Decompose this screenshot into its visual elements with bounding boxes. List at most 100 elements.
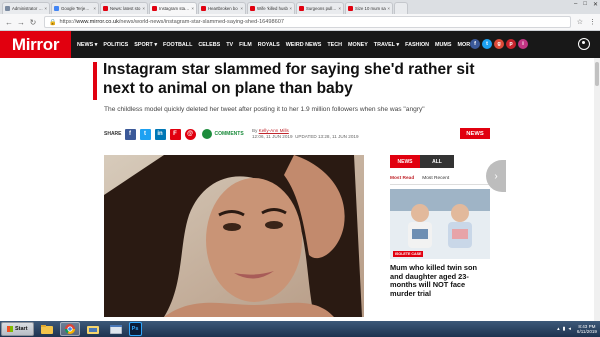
- tab-favicon-icon: [152, 6, 157, 11]
- app-window-icon: [109, 324, 122, 334]
- sidebar-story-headline[interactable]: Mum who killed twin son and daughter age…: [390, 263, 490, 298]
- browser-tab[interactable]: Google Terjemah ×: [51, 2, 99, 14]
- tab-most-read[interactable]: Most Read: [390, 176, 414, 181]
- nav-item[interactable]: ROYALS: [258, 42, 280, 48]
- nav-item[interactable]: CELEBS: [198, 42, 220, 48]
- clock-date: 6/11/2019: [576, 329, 597, 334]
- share-label: SHARE: [104, 131, 122, 137]
- browser-tab[interactable]: News: latest sto ×: [100, 2, 148, 14]
- updated-time: UPDATED 13:28, 11 JUN 2019: [295, 134, 359, 139]
- windows-taskbar: Start Ps ▴ ▮ ◂ 8:43 PM 6/11/2019: [0, 321, 600, 337]
- linkedin-share-icon[interactable]: in: [154, 128, 166, 140]
- user-account-icon[interactable]: [578, 38, 590, 50]
- chrome-menu-icon[interactable]: ⋮: [589, 18, 596, 26]
- social-links: ftgpi: [470, 39, 528, 49]
- bookmark-star-icon[interactable]: ☆: [577, 18, 583, 26]
- browser-tab[interactable]: Heartbroken bo ×: [198, 2, 246, 14]
- page-scrollbar[interactable]: [594, 58, 600, 321]
- sidebar-most-read: NEWS ALL Most Read Most Recent ISOLETE C…: [390, 155, 490, 298]
- reload-icon[interactable]: ↻: [28, 18, 38, 27]
- headline-block: Instagram star slammed for saying she'd …: [93, 60, 513, 100]
- tab-title: Wife 'killed husb: [257, 6, 288, 11]
- explorer-taskbar-icon[interactable]: [83, 322, 103, 336]
- article-standfirst: The childless model quickly deleted her …: [104, 106, 425, 113]
- twitter-share-icon[interactable]: t: [139, 128, 151, 140]
- tray-arrow-icon[interactable]: ▴: [557, 326, 560, 332]
- woman-portrait-photo: [104, 155, 364, 317]
- browser-tab-strip: Administrator Ev × Google Terjemah × News: l…: [0, 0, 600, 14]
- tab-title: News: latest sto: [110, 6, 141, 11]
- scrollbar-thumb[interactable]: [595, 62, 599, 86]
- chrome-taskbar-icon[interactable]: [59, 322, 80, 336]
- forward-icon[interactable]: →: [16, 18, 26, 27]
- nav-item[interactable]: MUMS: [435, 42, 451, 48]
- window-controls: – □ ✕: [574, 1, 598, 8]
- taskbar-clock[interactable]: 8:43 PM 6/11/2019: [577, 324, 597, 335]
- comments-button[interactable]: COMMENTS: [201, 129, 244, 139]
- nav-item[interactable]: FILM: [239, 42, 252, 48]
- nav-item[interactable]: FASHION: [405, 42, 429, 48]
- nav-item[interactable]: FOOTBALL: [163, 42, 192, 48]
- nav-item[interactable]: NEWS ▾: [77, 42, 97, 48]
- tab-news[interactable]: NEWS: [390, 155, 420, 168]
- tab-close-icon[interactable]: ×: [44, 6, 47, 11]
- folder-taskbar-icon[interactable]: [37, 322, 57, 336]
- tab-favicon-icon: [5, 6, 10, 11]
- browser-tab[interactable]: Administrator Ev ×: [2, 2, 50, 14]
- browser-tab[interactable]: Wife 'killed husb ×: [247, 2, 295, 14]
- sidebar-story-image[interactable]: ISOLETE CASE: [390, 189, 490, 259]
- tab-close-icon[interactable]: ×: [387, 6, 390, 11]
- maximize-icon[interactable]: □: [583, 1, 587, 8]
- tab-most-recent[interactable]: Most Recent: [422, 176, 449, 181]
- share-bar: SHARE f t in F @ COMMENTS: [104, 126, 244, 142]
- lock-icon: 🔒: [49, 19, 57, 26]
- browser-tab[interactable]: Surgeons pull do ×: [296, 2, 344, 14]
- nav-item[interactable]: POLITICS: [103, 42, 128, 48]
- tab-close-icon[interactable]: ×: [191, 6, 194, 11]
- story-kicker: ISOLETE CASE: [393, 251, 424, 257]
- start-button[interactable]: Start: [1, 322, 34, 336]
- tab-favicon-icon: [250, 6, 255, 11]
- tab-close-icon[interactable]: ×: [338, 6, 341, 11]
- social-f-icon[interactable]: f: [470, 39, 480, 49]
- browser-tab[interactable]: Instagram star sl ×: [149, 2, 197, 14]
- email-share-icon[interactable]: @: [184, 128, 196, 140]
- social-i-icon[interactable]: i: [518, 39, 528, 49]
- minimize-icon[interactable]: –: [574, 1, 577, 8]
- tab-close-icon[interactable]: ×: [93, 6, 96, 11]
- volume-icon[interactable]: ◂: [568, 326, 571, 332]
- nav-item[interactable]: SPORT ▾: [134, 42, 157, 48]
- back-icon[interactable]: ←: [4, 18, 14, 27]
- tab-close-icon[interactable]: ×: [142, 6, 145, 11]
- network-icon[interactable]: ▮: [563, 326, 566, 332]
- nav-item[interactable]: TECH: [327, 42, 342, 48]
- nav-item[interactable]: TV: [226, 42, 233, 48]
- byline: By Kelly-Ann Mills 12:06, 11 JUN 2019 UP…: [252, 128, 359, 140]
- nav-item[interactable]: TRAVEL ▾: [374, 42, 399, 48]
- nav-item[interactable]: MONEY: [348, 42, 368, 48]
- mirror-logo[interactable]: Mirror: [0, 31, 71, 58]
- nav-menu: NEWS ▾ POLITICS SPORT ▾ FOOTBALL CELEBS TV FIL…: [77, 42, 478, 48]
- window-taskbar-icon[interactable]: [106, 322, 126, 336]
- tab-all[interactable]: ALL: [420, 155, 454, 168]
- tab-close-icon[interactable]: ×: [240, 6, 243, 11]
- folder-icon: [40, 324, 53, 334]
- close-window-icon[interactable]: ✕: [593, 1, 598, 8]
- social-g-icon[interactable]: g: [494, 39, 504, 49]
- start-label: Start: [15, 326, 28, 332]
- tab-title: Google Terjemah: [61, 6, 93, 11]
- author-link[interactable]: Kelly-Ann Mills: [259, 128, 289, 133]
- photoshop-taskbar-icon[interactable]: Ps: [128, 322, 142, 336]
- facebook-share-icon[interactable]: f: [124, 128, 136, 140]
- social-p-icon[interactable]: p: [506, 39, 516, 49]
- nav-item[interactable]: WEIRD NEWS: [286, 42, 322, 48]
- browser-tab[interactable]: Size 10 mum sa ×: [345, 2, 393, 14]
- tab-close-icon[interactable]: ×: [289, 6, 292, 11]
- section-badge[interactable]: NEWS: [460, 128, 490, 139]
- flipboard-share-icon[interactable]: F: [169, 128, 181, 140]
- published-time: 12:06, 11 JUN 2019: [252, 134, 293, 139]
- new-tab-button[interactable]: [394, 2, 408, 14]
- url-input[interactable]: 🔒 https://www.mirror.co.uk/news/world-ne…: [44, 16, 571, 28]
- windows-logo-icon: [7, 326, 13, 332]
- social-t-icon[interactable]: t: [482, 39, 492, 49]
